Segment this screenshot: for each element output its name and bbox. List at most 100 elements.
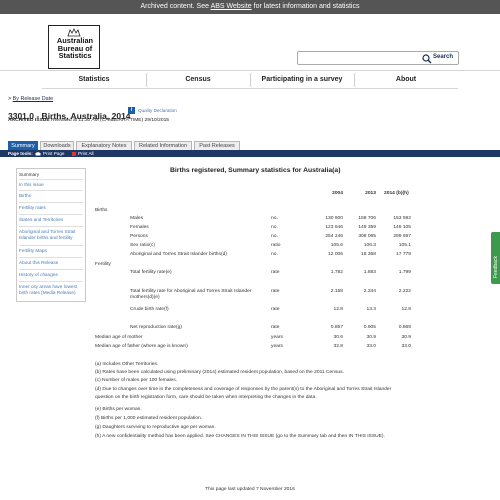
row-unit: ratio bbox=[271, 243, 281, 248]
archived-issue-text: Released at 11:30 AM (CANBERRA TIME) 29/… bbox=[49, 118, 170, 123]
row-value: 106.3 bbox=[363, 243, 376, 248]
row-value: 30.9 bbox=[366, 335, 376, 340]
sidebar-item-fertility-rates[interactable]: Fertility rates bbox=[19, 205, 83, 211]
archived-issue-label: ARCHIVED ISSUE bbox=[8, 118, 50, 123]
sidebar-divider bbox=[19, 214, 83, 215]
sidebar-divider bbox=[19, 257, 83, 258]
footnote: (f) Births per 1,000 estimated resident … bbox=[95, 416, 203, 421]
logo-text: Australian Bureau of Statistics bbox=[52, 37, 98, 60]
search-icon[interactable] bbox=[422, 53, 432, 64]
page-tools-label: Page tools: bbox=[8, 151, 33, 156]
search-button[interactable]: Search bbox=[433, 54, 453, 60]
page-last-updated: This page last updated 7 November 2016 bbox=[205, 487, 295, 492]
row-value: 153 592 bbox=[393, 216, 411, 221]
row-label: Total fertility rate(e) bbox=[130, 270, 172, 275]
sidebar-item-aboriginal[interactable]: Aboriginal and Torres Strait Islander bi… bbox=[19, 229, 83, 241]
row-value: 1.799 bbox=[398, 270, 411, 275]
sidebar: Summary In this issue Births Fertility r… bbox=[16, 168, 86, 302]
year-header-2004: 2004 bbox=[332, 191, 343, 196]
site-header: Australian Bureau of Statistics Search bbox=[0, 14, 500, 71]
year-header-2013: 2013 bbox=[365, 191, 376, 196]
abs-website-link[interactable]: ABS Website bbox=[211, 3, 252, 10]
sidebar-divider bbox=[19, 202, 83, 203]
section-births: Births bbox=[95, 208, 108, 213]
print-all-link[interactable]: Print All bbox=[78, 150, 94, 157]
sidebar-item-history[interactable]: History of changes bbox=[19, 272, 83, 278]
row-value: 30.9 bbox=[401, 335, 411, 340]
title-row: 3301.0 - Births, Australia, 2014 i Quali… bbox=[8, 106, 177, 121]
row-value: 299 697 bbox=[393, 234, 411, 239]
row-value: 308 065 bbox=[358, 234, 376, 239]
sidebar-divider bbox=[19, 281, 83, 282]
row-unit: rate bbox=[271, 307, 280, 312]
row-value: 12.8 bbox=[333, 307, 343, 312]
nav-census[interactable]: Census bbox=[146, 71, 250, 89]
row-value: 1.782 bbox=[330, 270, 343, 275]
sidebar-divider bbox=[19, 226, 83, 227]
sidebar-divider bbox=[19, 190, 83, 191]
row-label: Females bbox=[130, 225, 149, 230]
footnote: (g) Daughters surviving to reproductive … bbox=[95, 425, 216, 430]
row-value: 0.857 bbox=[330, 325, 343, 330]
row-label: Persons bbox=[130, 234, 148, 239]
row-value: 12 006 bbox=[328, 252, 343, 257]
feedback-label: Feedback bbox=[493, 256, 499, 278]
info-icon[interactable]: i bbox=[128, 107, 135, 114]
breadcrumb-link[interactable]: By Release Date bbox=[13, 96, 53, 102]
abs-logo[interactable]: Australian Bureau of Statistics bbox=[48, 25, 100, 69]
tab-downloads[interactable]: Downloads bbox=[40, 141, 74, 150]
row-unit: no. bbox=[271, 252, 278, 257]
sidebar-item-summary[interactable]: Summary bbox=[19, 172, 83, 178]
footnote: (c) Number of males per 100 females. bbox=[95, 378, 178, 383]
sidebar-item-births[interactable]: Births bbox=[19, 193, 83, 199]
footnote: (e) Births per woman. bbox=[95, 407, 142, 412]
row-value: 254 246 bbox=[325, 234, 343, 239]
row-label: Total fertility rate for Aboriginal and … bbox=[130, 289, 252, 300]
tab-past-releases[interactable]: Past Releases bbox=[194, 141, 240, 150]
row-value: 1.883 bbox=[363, 270, 376, 275]
nav-about[interactable]: About bbox=[354, 71, 458, 89]
footnote: (d) Due to changes over time in the comp… bbox=[95, 387, 392, 400]
tab-related-information[interactable]: Related Information bbox=[134, 141, 192, 150]
row-value: 149 359 bbox=[358, 225, 376, 230]
row-value: 2.158 bbox=[330, 289, 343, 294]
sidebar-item-fertility-maps[interactable]: Fertility Maps bbox=[19, 248, 83, 254]
sidebar-item-states[interactable]: States and Territories bbox=[19, 217, 83, 223]
row-value: 2.344 bbox=[363, 289, 376, 294]
sidebar-item-media-release[interactable]: Inner city areas have lowest birth rates… bbox=[19, 284, 83, 296]
row-value: 158 706 bbox=[358, 216, 376, 221]
tab-summary[interactable]: Summary bbox=[8, 141, 38, 150]
archived-banner-prefix: Archived content. See bbox=[140, 3, 211, 10]
sidebar-item-in-this-issue[interactable]: In this issue bbox=[19, 182, 83, 188]
search-input[interactable] bbox=[300, 53, 420, 63]
row-value: 30.6 bbox=[333, 335, 343, 340]
row-value: 17 779 bbox=[396, 252, 411, 257]
archived-issue: ARCHIVED ISSUE Released at 11:30 AM (CAN… bbox=[8, 118, 169, 123]
quality-declaration-link[interactable]: Quality Declaration bbox=[138, 108, 177, 113]
row-value: 146 105 bbox=[393, 225, 411, 230]
row-value: 13.3 bbox=[366, 307, 376, 312]
row-unit: rate bbox=[271, 289, 280, 294]
nav-participating[interactable]: Participating in a survey bbox=[250, 71, 354, 89]
year-header-2014: 2014 (b)(h) bbox=[384, 191, 409, 196]
table-title: Births registered, Summary statistics fo… bbox=[170, 167, 341, 174]
footnote: (h) A new confidentiality method has bee… bbox=[95, 434, 385, 439]
row-value: 33.0 bbox=[366, 344, 376, 349]
row-value: 105.1 bbox=[398, 243, 411, 248]
sidebar-divider bbox=[19, 245, 83, 246]
row-value: 2.222 bbox=[398, 289, 411, 294]
search-box: Search bbox=[297, 51, 459, 65]
row-value: 32.8 bbox=[333, 344, 343, 349]
archived-banner-suffix: for latest information and statistics bbox=[251, 3, 360, 10]
row-unit: rate bbox=[271, 325, 280, 330]
tab-explanatory-notes[interactable]: Explanatory Notes bbox=[76, 141, 132, 150]
row-value: 123 646 bbox=[325, 225, 343, 230]
row-unit: rate bbox=[271, 270, 280, 275]
print-page-link[interactable]: Print Page bbox=[43, 150, 64, 157]
nav-statistics[interactable]: Statistics bbox=[42, 71, 146, 89]
row-label: Aboriginal and Torres Strait Islander bi… bbox=[130, 252, 227, 257]
row-unit: no. bbox=[271, 234, 278, 239]
sidebar-item-about-release[interactable]: About this Release bbox=[19, 260, 83, 266]
feedback-tab[interactable]: Feedback bbox=[491, 232, 500, 284]
sidebar-divider bbox=[19, 269, 83, 270]
